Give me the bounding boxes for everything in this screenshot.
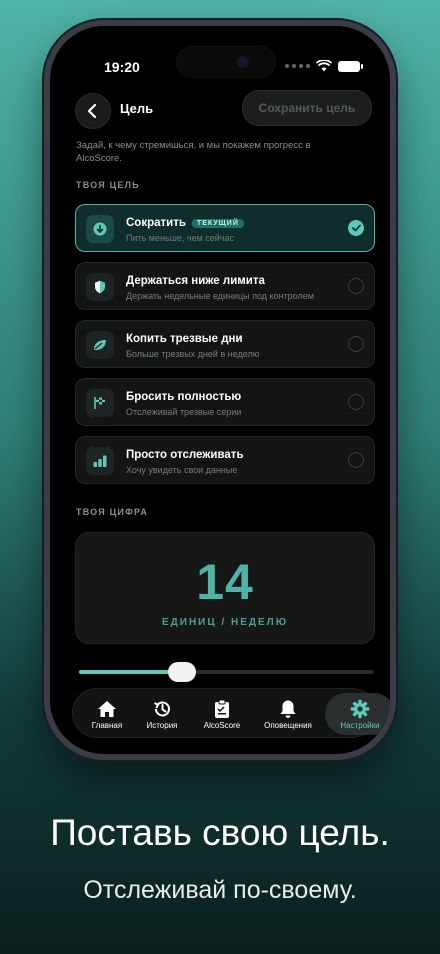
target-slider[interactable] [79, 662, 373, 682]
signal-icon [285, 64, 310, 68]
goal-subtitle: Хочу увидеть свои данные [126, 465, 238, 475]
goal-subtitle: Пить меньше, чем сейчас [126, 233, 234, 243]
page-title: Цель [120, 101, 154, 116]
status-icons [285, 60, 363, 72]
status-time: 19:20 [104, 59, 140, 75]
history-icon [152, 699, 172, 719]
tab-home[interactable]: Главная [81, 693, 133, 735]
tab-label: Главная [91, 720, 123, 730]
goal-option-limit[interactable]: Держаться ниже лимита Держать недельные … [75, 262, 375, 310]
goal-title: Сократить [126, 217, 186, 229]
goal-option-quit[interactable]: Бросить полностью Отслеживай трезвые сер… [75, 378, 375, 426]
goal-option-track[interactable]: Просто отслеживать Хочу увидеть свои дан… [75, 436, 375, 484]
gear-icon [350, 699, 370, 719]
goal-radio[interactable] [348, 278, 364, 294]
goal-title: Бросить полностью [126, 391, 242, 403]
app-screen: 19:20 Цель Сохранить цель Задай, к чему … [50, 26, 390, 754]
home-icon [97, 699, 117, 719]
leaf-icon [86, 331, 114, 359]
flag-icon [86, 389, 114, 417]
clipboard-icon [214, 699, 230, 719]
goal-subtitle: Отслеживай трезвые серии [126, 407, 242, 417]
intro-text: Задай, к чему стремишься, и мы покажем п… [76, 140, 311, 164]
goal-radio[interactable] [348, 336, 364, 352]
goal-section-label: ТВОЯ ЦЕЛЬ [76, 180, 140, 190]
dynamic-island [176, 46, 276, 78]
goal-subtitle: Больше трезвых дней в неделю [126, 349, 260, 359]
current-badge: ТЕКУЩИЙ [191, 218, 244, 228]
promo-subline: Отслеживай по-своему. [83, 876, 357, 904]
tab-notifications[interactable]: Оповещения [253, 693, 323, 735]
battery-icon [338, 60, 363, 72]
tab-alcoscore[interactable]: AlcoScore [191, 693, 253, 735]
back-button[interactable] [75, 93, 111, 129]
goal-radio[interactable] [348, 394, 364, 410]
tab-label: Настройки [340, 720, 380, 730]
slider-fill [79, 670, 182, 674]
tab-label: Оповещения [264, 720, 312, 730]
target-value: 14 [196, 554, 254, 610]
target-number-card: 14 ЕДИНИЦ / НЕДЕЛЮ [75, 532, 375, 644]
goal-option-sober-days[interactable]: Копить трезвые дни Больше трезвых дней в… [75, 320, 375, 368]
bars-icon [86, 447, 114, 475]
slider-knob[interactable] [167, 662, 196, 682]
goal-subtitle: Держать недельные единицы под контролем [126, 291, 314, 301]
promo-headline: Поставь свою цель. [50, 812, 390, 853]
phone-frame: 19:20 Цель Сохранить цель Задай, к чему … [44, 20, 396, 760]
tab-label: AlcoScore [203, 720, 241, 730]
wifi-icon [316, 60, 332, 72]
goal-radio-selected[interactable] [348, 220, 364, 236]
tab-settings[interactable]: Настройки [325, 693, 390, 735]
check-icon [351, 224, 361, 232]
shield-icon [86, 273, 114, 301]
tab-history[interactable]: История [133, 693, 191, 735]
bell-icon [279, 699, 297, 719]
down-arrow-icon [86, 215, 114, 243]
target-unit: ЕДИНИЦ / НЕДЕЛЮ [161, 617, 289, 628]
tab-bar: Главная История AlcoScore Оповещения Нас… [72, 688, 390, 738]
chevron-left-icon [87, 104, 97, 118]
tab-label: История [146, 720, 178, 730]
number-section-label: ТВОЯ ЦИФРА [76, 507, 149, 517]
goal-title: Копить трезвые дни [126, 333, 243, 345]
goal-title: Держаться ниже лимита [126, 275, 265, 287]
goal-radio[interactable] [348, 452, 364, 468]
save-goal-button[interactable]: Сохранить цель [242, 90, 372, 126]
goal-option-reduce[interactable]: Сократить ТЕКУЩИЙ Пить меньше, чем сейча… [75, 204, 375, 252]
goal-title: Просто отслеживать [126, 449, 244, 461]
